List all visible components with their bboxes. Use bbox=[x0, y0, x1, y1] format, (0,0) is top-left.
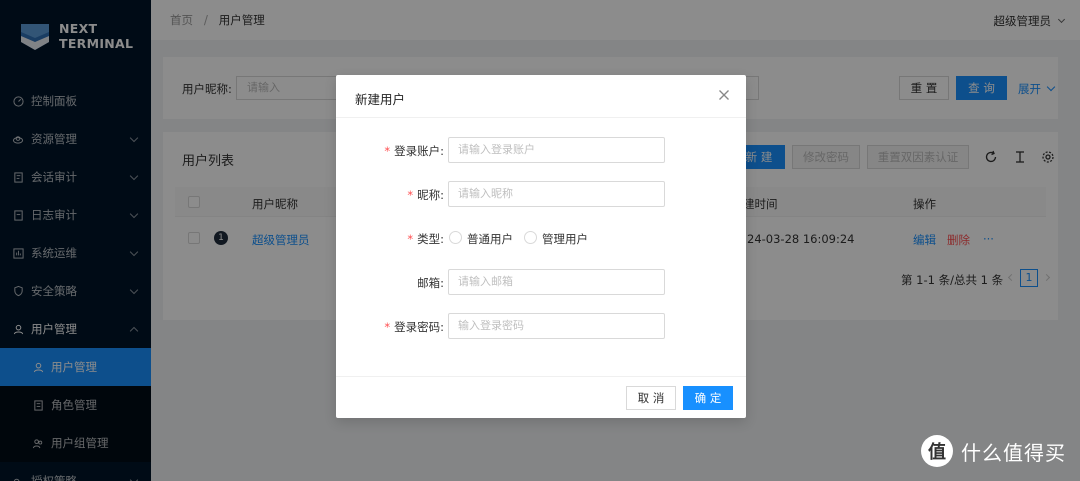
new-user-modal: 新建用户 * 登录账户: 请输入登录账户 * 昵称: 请输入昵称 * 类型: 普通用户… bbox=[336, 75, 746, 418]
nickname-label: * 昵称: bbox=[407, 187, 444, 203]
watermark-logo: 值 bbox=[921, 435, 953, 467]
required-mark: * bbox=[407, 188, 414, 202]
form-row-password: * 登录密码: 输入登录密码 bbox=[336, 313, 746, 339]
form-row-email: 邮箱: 请输入邮箱 bbox=[336, 269, 746, 295]
form-row-nickname: * 昵称: 请输入昵称 bbox=[336, 181, 746, 207]
modal-header: 新建用户 bbox=[336, 75, 746, 118]
account-label: * 登录账户: bbox=[384, 143, 444, 159]
ok-button[interactable]: 确 定 bbox=[683, 386, 733, 410]
required-mark: * bbox=[407, 232, 414, 246]
password-input[interactable]: 输入登录密码 bbox=[448, 313, 665, 339]
email-label: 邮箱: bbox=[417, 276, 444, 290]
account-input[interactable]: 请输入登录账户 bbox=[448, 137, 665, 163]
radio-normal-user[interactable] bbox=[449, 231, 462, 244]
nickname-input[interactable]: 请输入昵称 bbox=[448, 181, 665, 207]
account-label-text: 登录账户: bbox=[394, 144, 444, 158]
cancel-button[interactable]: 取 消 bbox=[626, 386, 676, 410]
nickname-label-text: 昵称: bbox=[417, 188, 444, 202]
radio-admin-user[interactable] bbox=[524, 231, 537, 244]
close-icon[interactable] bbox=[718, 89, 730, 101]
type-label-text: 类型: bbox=[417, 232, 444, 246]
modal-title: 新建用户 bbox=[355, 92, 406, 107]
required-mark: * bbox=[384, 320, 391, 334]
required-mark: * bbox=[384, 144, 391, 158]
form-row-account: * 登录账户: 请输入登录账户 bbox=[336, 137, 746, 163]
watermark-text: 什么值得买 bbox=[961, 440, 1066, 465]
watermark: 值 什么值得买 bbox=[921, 435, 1066, 467]
type-label: * 类型: bbox=[407, 231, 444, 247]
form-row-type: * 类型: 普通用户 管理用户 bbox=[336, 225, 746, 251]
radio-admin-user-label[interactable]: 管理用户 bbox=[542, 231, 588, 247]
email-input[interactable]: 请输入邮箱 bbox=[448, 269, 665, 295]
password-label-text: 登录密码: bbox=[394, 320, 444, 334]
modal-footer: 取 消 确 定 bbox=[336, 376, 746, 418]
password-label: * 登录密码: bbox=[384, 319, 444, 335]
radio-normal-user-label[interactable]: 普通用户 bbox=[467, 231, 513, 247]
